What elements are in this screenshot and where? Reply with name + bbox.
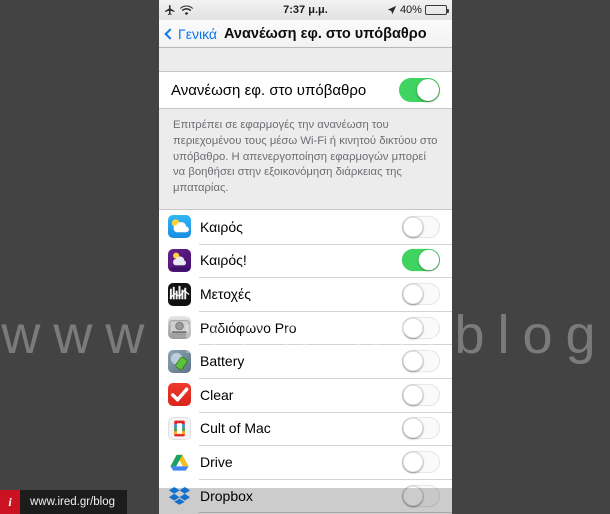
switch-knob	[402, 283, 424, 305]
site-badge: i www.ired.gr/blog	[0, 490, 128, 514]
app-toggle-switch[interactable]	[401, 450, 440, 474]
switch-knob	[402, 384, 424, 406]
app-row[interactable]: Dropbox	[159, 478, 452, 513]
chevron-left-icon	[164, 27, 176, 40]
battery-icon	[424, 5, 449, 15]
app-toggle-switch[interactable]	[401, 282, 440, 306]
switch-knob	[402, 418, 424, 439]
switch-knob	[402, 451, 424, 473]
app-row-label: Dropbox	[200, 487, 253, 504]
app-row[interactable]: Μετοχές	[159, 277, 452, 311]
app-row[interactable]: Clear	[159, 378, 452, 412]
master-toggle-switch[interactable]	[399, 78, 440, 102]
wifi-icon	[180, 5, 193, 16]
app-list: Καιρός Καιρός! Μετοχές Ραδιόφωνο Pro Battery…	[159, 209, 452, 514]
app-row-label: Καιρός	[200, 218, 243, 235]
back-button-label: Γενικά	[178, 25, 217, 42]
ired-logo-icon: i	[0, 490, 20, 514]
yahoo-weather-icon	[168, 248, 191, 272]
switch-knob	[402, 485, 424, 506]
app-row-label: Μετοχές	[200, 286, 251, 303]
switch-knob	[402, 216, 424, 238]
app-row[interactable]: Ραδιόφωνο Pro	[159, 310, 452, 345]
site-badge-url: www.ired.gr/blog	[20, 490, 128, 514]
switch-knob	[402, 351, 424, 372]
airplane-icon	[164, 4, 176, 16]
app-toggle-switch[interactable]	[401, 249, 440, 272]
app-toggle-switch[interactable]	[401, 484, 440, 507]
battery-app-icon	[168, 349, 191, 373]
cult-of-mac-icon	[168, 416, 191, 440]
switch-knob	[402, 317, 424, 338]
back-button[interactable]: Γενικά	[164, 25, 217, 42]
app-toggle-switch[interactable]	[401, 417, 440, 440]
stocks-app-icon	[168, 282, 191, 306]
app-toggle-switch[interactable]	[401, 215, 440, 239]
app-row-label: Καιρός!	[200, 252, 247, 269]
navigation-bar: Γενικά Ανανέωση εφ. στο υπόβαθρο	[159, 20, 452, 48]
app-row[interactable]: Καιρός!	[159, 243, 452, 278]
app-row[interactable]: Drive	[159, 445, 452, 479]
settings-content: Ανανέωση εφ. στο υπόβαθρο Επιτρέπει σε ε…	[159, 48, 452, 514]
status-bar-right: 40%	[354, 4, 449, 16]
master-toggle-label: Ανανέωση εφ. στο υπόβαθρο	[171, 81, 367, 99]
phone-screen: 7:37 μ.μ. 40% Γενικά Ανανέωση εφ. στο υπ…	[159, 0, 452, 514]
app-toggle-switch[interactable]	[401, 383, 440, 406]
app-toggle-switch[interactable]	[401, 350, 440, 373]
app-row-label: Ραδιόφωνο Pro	[200, 319, 297, 336]
app-row-label: Clear	[200, 386, 234, 403]
weather-app-icon	[168, 215, 191, 239]
switch-knob	[417, 79, 439, 101]
status-bar-time: 7:37 μ.μ.	[283, 4, 328, 16]
app-row-label: Cult of Mac	[200, 420, 271, 437]
battery-percent-label: 40%	[399, 4, 422, 16]
description-text: Επιτρέπει σε εφαρμογές την ανανέωση του …	[159, 109, 452, 210]
status-bar: 7:37 μ.μ. 40%	[159, 0, 452, 20]
app-row-label: Battery	[200, 353, 245, 370]
top-spacer	[159, 48, 452, 71]
app-row[interactable]: Καιρός	[159, 210, 452, 244]
app-row[interactable]: Cult of Mac	[159, 411, 452, 446]
location-arrow-icon	[387, 5, 397, 15]
master-toggle-row[interactable]: Ανανέωση εφ. στο υπόβαθρο	[159, 71, 452, 109]
dropbox-icon	[168, 484, 191, 508]
app-toggle-switch[interactable]	[401, 316, 440, 339]
google-drive-icon	[168, 450, 191, 474]
switch-knob	[418, 250, 440, 271]
status-bar-left	[164, 4, 257, 16]
radio-pro-icon	[168, 316, 191, 340]
app-row-label: Drive	[200, 454, 233, 471]
clear-app-icon	[168, 383, 191, 407]
screenshot-root: www.ired.gr/blog 7:37 μ.μ. 40% Γενικά Αν…	[0, 0, 610, 514]
app-row[interactable]: Battery	[159, 344, 452, 379]
page-title: Ανανέωση εφ. στο υπόβαθρο	[224, 25, 427, 42]
